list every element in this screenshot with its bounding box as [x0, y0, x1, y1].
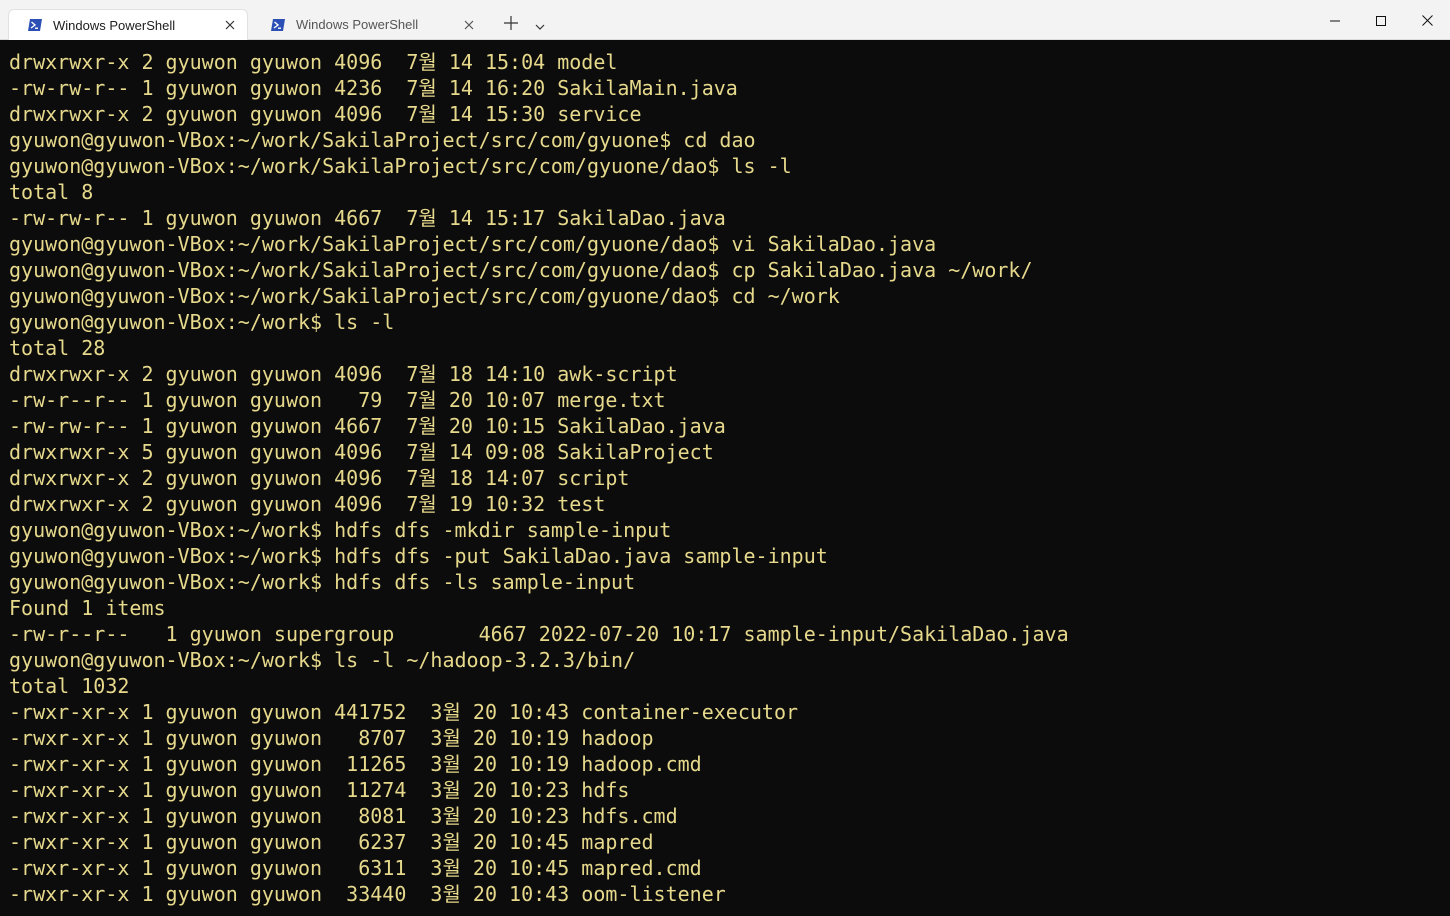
- window-close-button[interactable]: [1404, 0, 1450, 40]
- terminal-line: -rwxr-xr-x 1 gyuwon gyuwon 8081 3월 20 10…: [9, 804, 678, 828]
- tab-label: Windows PowerShell: [53, 17, 176, 33]
- terminal-lines: drwxrwxr-x 2 gyuwon gyuwon 4096 7월 14 15…: [9, 49, 1069, 907]
- maximize-icon: [1376, 11, 1386, 30]
- terminal-output[interactable]: drwxrwxr-x 2 gyuwon gyuwon 4096 7월 14 15…: [0, 41, 1450, 916]
- terminal-line: gyuwon@gyuwon-VBox:~/work/SakilaProject/…: [9, 258, 1033, 282]
- terminal-line: -rwxr-xr-x 1 gyuwon gyuwon 441752 3월 20 …: [9, 700, 799, 724]
- tab-powershell-2[interactable]: Windows PowerShell: [252, 9, 486, 40]
- terminal-line: gyuwon@gyuwon-VBox:~/work$ hdfs dfs -put…: [9, 544, 828, 568]
- tab-powershell-1[interactable]: Windows PowerShell: [8, 9, 248, 40]
- terminal-line: total 8: [9, 180, 94, 204]
- terminal-line: -rwxr-xr-x 1 gyuwon gyuwon 6311 3월 20 10…: [9, 856, 702, 880]
- terminal-line: Found 1 items: [9, 596, 166, 620]
- terminal-line: drwxrwxr-x 5 gyuwon gyuwon 4096 7월 14 09…: [9, 440, 714, 464]
- terminal-line: -rw-rw-r-- 1 gyuwon gyuwon 4236 7월 14 16…: [9, 76, 738, 100]
- terminal-line: drwxrwxr-x 2 gyuwon gyuwon 4096 7월 14 15…: [9, 50, 618, 74]
- terminal-line: total 28: [9, 336, 106, 360]
- terminal-line: gyuwon@gyuwon-VBox:~/work$ hdfs dfs -ls …: [9, 570, 636, 594]
- minimize-button[interactable]: [1312, 0, 1358, 40]
- terminal-line: gyuwon@gyuwon-VBox:~/work/SakilaProject/…: [9, 154, 792, 178]
- terminal-line: -rwxr-xr-x 1 gyuwon gyuwon 8707 3월 20 10…: [9, 726, 654, 750]
- terminal-line: gyuwon@gyuwon-VBox:~/work$ ls -l ~/hadoo…: [9, 648, 636, 672]
- terminal-line: gyuwon@gyuwon-VBox:~/work$ ls -l: [9, 310, 395, 334]
- terminal-line: gyuwon@gyuwon-VBox:~/work/SakilaProject/…: [9, 128, 756, 152]
- terminal-line: -rw-r--r-- 1 gyuwon supergroup 4667 2022…: [9, 622, 1069, 646]
- minimize-icon: [1330, 11, 1340, 30]
- terminal-line: -rw-r--r-- 1 gyuwon gyuwon 79 7월 20 10:0…: [9, 388, 666, 412]
- terminal-line: -rwxr-xr-x 1 gyuwon gyuwon 11265 3월 20 1…: [9, 752, 702, 776]
- powershell-icon: [27, 17, 43, 33]
- terminal-line: gyuwon@gyuwon-VBox:~/work$ hdfs dfs -mkd…: [9, 518, 672, 542]
- tab-label: Windows PowerShell: [296, 17, 419, 32]
- close-icon[interactable]: [221, 16, 239, 34]
- terminal-line: drwxrwxr-x 2 gyuwon gyuwon 4096 7월 18 14…: [9, 362, 678, 386]
- terminal-line: drwxrwxr-x 2 gyuwon gyuwon 4096 7월 19 10…: [9, 492, 606, 516]
- tab-dropdown-button[interactable]: [530, 12, 550, 36]
- plus-icon: [504, 15, 518, 34]
- title-bar: Windows PowerShell Windows PowerShell: [0, 0, 1450, 40]
- terminal-line: -rwxr-xr-x 1 gyuwon gyuwon 33440 3월 20 1…: [9, 882, 726, 906]
- terminal-line: drwxrwxr-x 2 gyuwon gyuwon 4096 7월 18 14…: [9, 466, 630, 490]
- terminal-line: drwxrwxr-x 2 gyuwon gyuwon 4096 7월 14 15…: [9, 102, 642, 126]
- powershell-icon: [270, 17, 286, 33]
- terminal-line: total 1032: [9, 674, 130, 698]
- terminal-window: Windows PowerShell Windows PowerShell dr…: [0, 0, 1450, 916]
- new-tab-button[interactable]: [500, 12, 522, 36]
- terminal-line: -rw-rw-r-- 1 gyuwon gyuwon 4667 7월 20 10…: [9, 414, 726, 438]
- terminal-line: gyuwon@gyuwon-VBox:~/work/SakilaProject/…: [9, 232, 937, 256]
- maximize-button[interactable]: [1358, 0, 1404, 40]
- chevron-down-icon: [535, 15, 545, 34]
- close-icon[interactable]: [460, 16, 478, 34]
- terminal-line: gyuwon@gyuwon-VBox:~/work/SakilaProject/…: [9, 284, 840, 308]
- window-close-icon: [1421, 11, 1433, 30]
- terminal-line: -rwxr-xr-x 1 gyuwon gyuwon 11274 3월 20 1…: [9, 778, 630, 802]
- terminal-line: -rw-rw-r-- 1 gyuwon gyuwon 4667 7월 14 15…: [9, 206, 726, 230]
- terminal-line: -rwxr-xr-x 1 gyuwon gyuwon 6237 3월 20 10…: [9, 830, 654, 854]
